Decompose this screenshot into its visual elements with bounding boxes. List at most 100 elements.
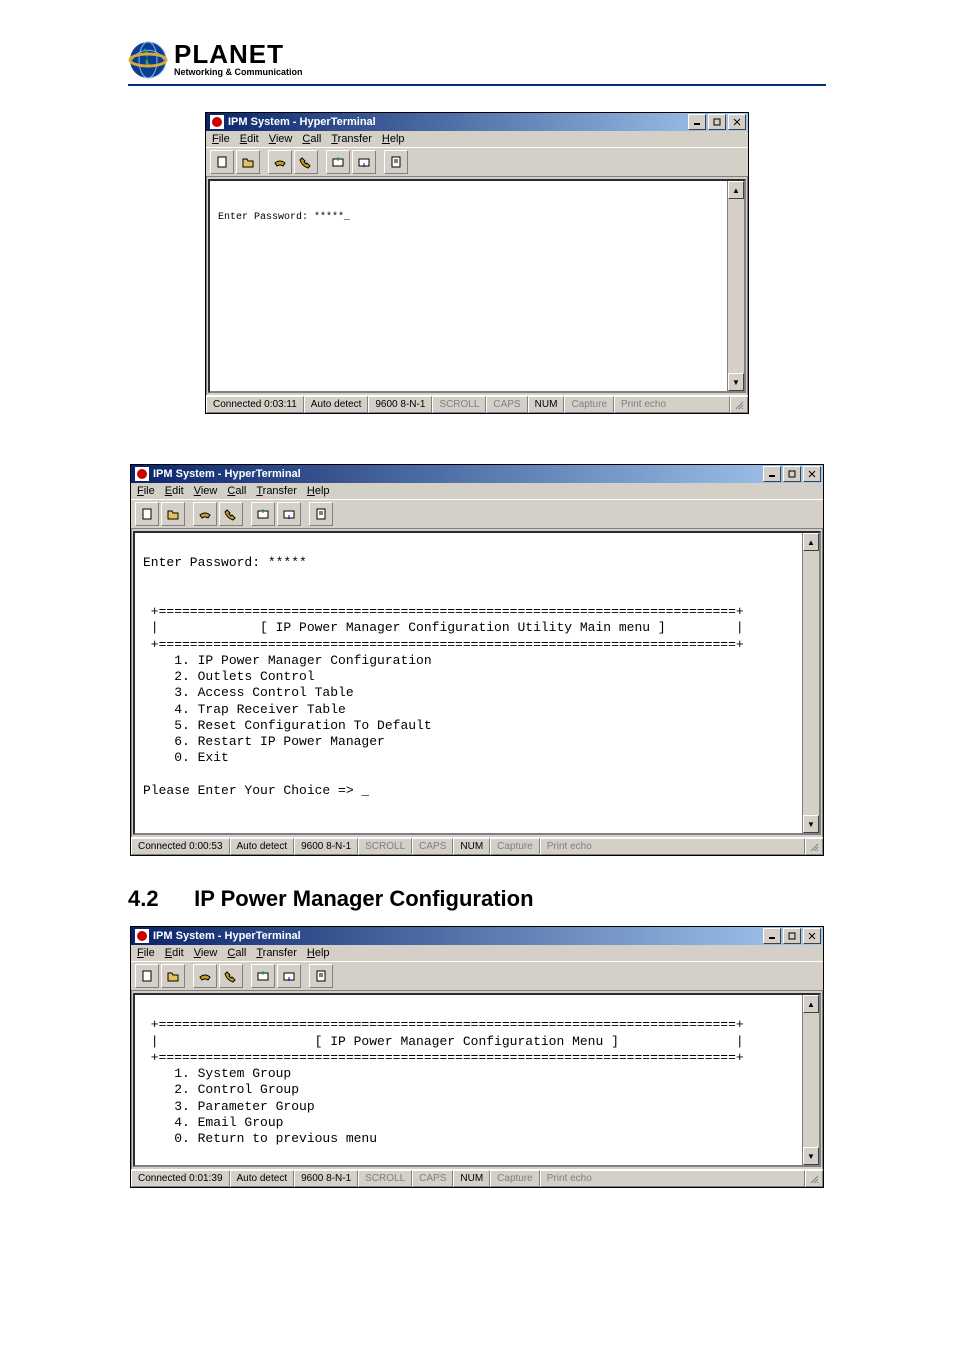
titlebar: IPM System - HyperTerminal: [206, 113, 748, 131]
terminal-area[interactable]: +=======================================…: [133, 993, 821, 1167]
menu-help[interactable]: Help: [307, 485, 330, 497]
open-icon[interactable]: [161, 502, 185, 526]
phone-call-icon[interactable]: [219, 964, 243, 988]
menu-edit[interactable]: Edit: [165, 947, 184, 959]
menu-file[interactable]: File: [137, 947, 155, 959]
new-doc-icon[interactable]: [135, 964, 159, 988]
scrollbar[interactable]: ▲ ▼: [727, 181, 744, 391]
status-detect: Auto detect: [230, 1170, 295, 1187]
resize-grip-icon[interactable]: [805, 838, 823, 855]
status-scroll: SCROLL: [358, 1170, 412, 1187]
send-icon[interactable]: [251, 502, 275, 526]
brand-name: PLANET: [174, 43, 303, 66]
status-caps: CAPS: [486, 396, 527, 413]
status-num: NUM: [453, 1170, 490, 1187]
phone-hangup-icon[interactable]: [193, 964, 217, 988]
new-doc-icon[interactable]: [135, 502, 159, 526]
minimize-button[interactable]: [688, 114, 706, 130]
app-icon: [210, 115, 224, 129]
status-detect: Auto detect: [230, 838, 295, 855]
close-button[interactable]: [803, 466, 821, 482]
toolbar: [131, 961, 823, 991]
menubar: File Edit View Call Transfer Help: [131, 945, 823, 961]
status-num: NUM: [528, 396, 565, 413]
menu-view[interactable]: View: [194, 485, 218, 497]
new-doc-icon[interactable]: [210, 150, 234, 174]
receive-icon[interactable]: [352, 150, 376, 174]
resize-grip-icon[interactable]: [730, 396, 748, 413]
send-icon[interactable]: [251, 964, 275, 988]
menubar: File Edit View Call Transfer Help: [206, 131, 748, 147]
scroll-down-icon[interactable]: ▼: [803, 815, 819, 833]
section-number: 4.2: [128, 886, 188, 912]
menubar: File Edit View Call Transfer Help: [131, 483, 823, 499]
scrollbar[interactable]: ▲ ▼: [802, 533, 819, 833]
hyperterminal-window-main-menu: IPM System - HyperTerminal File Edit Vie…: [130, 464, 824, 856]
phone-call-icon[interactable]: [294, 150, 318, 174]
properties-icon[interactable]: [309, 502, 333, 526]
phone-hangup-icon[interactable]: [268, 150, 292, 174]
status-proto: 9600 8-N-1: [368, 396, 432, 413]
hyperterminal-window-small: IPM System - HyperTerminal File Edit Vie…: [205, 112, 749, 414]
maximize-button[interactable]: [783, 928, 801, 944]
menu-transfer[interactable]: Transfer: [256, 947, 297, 959]
status-num: NUM: [453, 838, 490, 855]
status-caps: CAPS: [412, 1170, 453, 1187]
status-printecho: Print echo: [614, 396, 730, 413]
menu-edit[interactable]: Edit: [240, 133, 259, 145]
menu-help[interactable]: Help: [382, 133, 405, 145]
scrollbar[interactable]: ▲ ▼: [802, 995, 819, 1165]
minimize-button[interactable]: [763, 928, 781, 944]
section-heading: 4.2 IP Power Manager Configuration: [128, 886, 954, 912]
menu-help[interactable]: Help: [307, 947, 330, 959]
section-title: IP Power Manager Configuration: [194, 886, 533, 911]
scroll-up-icon[interactable]: ▲: [803, 995, 819, 1013]
maximize-button[interactable]: [783, 466, 801, 482]
terminal-output: Enter Password: ***** +=================…: [135, 533, 819, 805]
maximize-button[interactable]: [708, 114, 726, 130]
properties-icon[interactable]: [309, 964, 333, 988]
scroll-down-icon[interactable]: ▼: [728, 373, 744, 391]
toolbar: [206, 147, 748, 177]
menu-edit[interactable]: Edit: [165, 485, 184, 497]
page-header: PLANET Networking & Communication: [0, 0, 954, 80]
globe-icon: [128, 40, 168, 80]
status-connected: Connected 0:03:11: [206, 396, 304, 413]
toolbar: [131, 499, 823, 529]
resize-grip-icon[interactable]: [805, 1170, 823, 1187]
window-title: IPM System - HyperTerminal: [153, 930, 301, 942]
titlebar: IPM System - HyperTerminal: [131, 465, 823, 483]
send-icon[interactable]: [326, 150, 350, 174]
menu-view[interactable]: View: [269, 133, 293, 145]
close-button[interactable]: [803, 928, 821, 944]
menu-call[interactable]: Call: [227, 485, 246, 497]
statusbar: Connected 0:00:53 Auto detect 9600 8-N-1…: [131, 837, 823, 855]
titlebar: IPM System - HyperTerminal: [131, 927, 823, 945]
brand-logo: PLANET Networking & Communication: [128, 40, 954, 80]
close-button[interactable]: [728, 114, 746, 130]
menu-file[interactable]: File: [137, 485, 155, 497]
menu-call[interactable]: Call: [302, 133, 321, 145]
menu-view[interactable]: View: [194, 947, 218, 959]
receive-icon[interactable]: [277, 502, 301, 526]
menu-file[interactable]: File: [212, 133, 230, 145]
open-icon[interactable]: [161, 964, 185, 988]
scroll-up-icon[interactable]: ▲: [728, 181, 744, 199]
menu-transfer[interactable]: Transfer: [331, 133, 372, 145]
properties-icon[interactable]: [384, 150, 408, 174]
phone-hangup-icon[interactable]: [193, 502, 217, 526]
minimize-button[interactable]: [763, 466, 781, 482]
scroll-up-icon[interactable]: ▲: [803, 533, 819, 551]
app-icon: [135, 929, 149, 943]
phone-call-icon[interactable]: [219, 502, 243, 526]
scroll-down-icon[interactable]: ▼: [803, 1147, 819, 1165]
terminal-area[interactable]: Enter Password: ***** +=================…: [133, 531, 821, 835]
terminal-area[interactable]: Enter Password: *****_ ▲ ▼: [208, 179, 746, 393]
receive-icon[interactable]: [277, 964, 301, 988]
open-icon[interactable]: [236, 150, 260, 174]
menu-transfer[interactable]: Transfer: [256, 485, 297, 497]
menu-call[interactable]: Call: [227, 947, 246, 959]
status-printecho: Print echo: [540, 1170, 805, 1187]
status-connected: Connected 0:00:53: [131, 838, 230, 855]
status-connected: Connected 0:01:39: [131, 1170, 230, 1187]
